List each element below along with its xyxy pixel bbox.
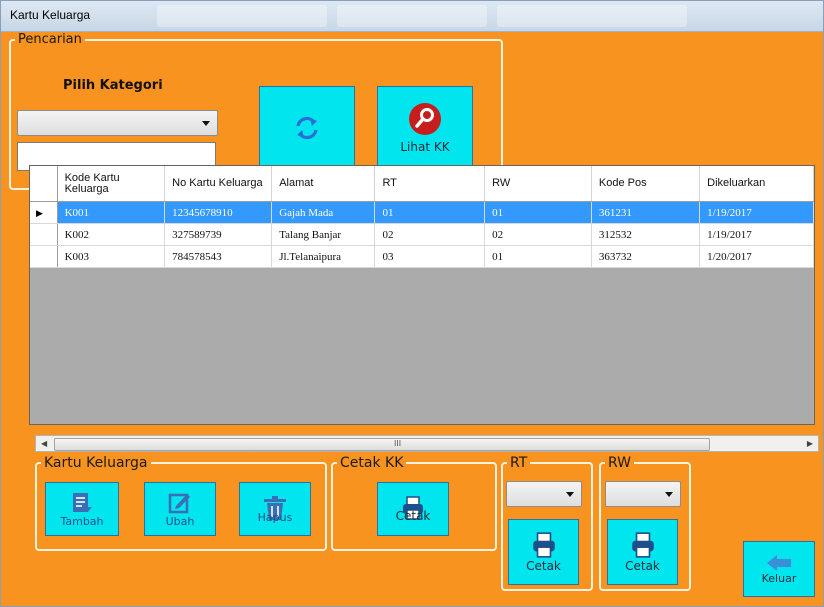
edit-icon (168, 493, 190, 513)
rw-legend: RW (608, 455, 632, 471)
cetak-rw-button[interactable]: Cetak (607, 519, 678, 585)
column-header[interactable]: Dikeluarkan (699, 166, 814, 202)
table-cell[interactable]: 363732 (591, 245, 701, 268)
keluar-button[interactable]: Keluar (743, 541, 815, 597)
window-title: Kartu Keluarga (10, 8, 91, 22)
table-cell[interactable]: 327589739 (164, 223, 273, 246)
ubah-label: Ubah (165, 514, 195, 528)
rt-legend: RT (510, 455, 528, 471)
column-header[interactable]: Kode Pos (591, 166, 701, 202)
printer-icon (631, 532, 654, 558)
rw-dropdown[interactable] (605, 481, 681, 507)
hapus-button[interactable]: Hapus (239, 482, 311, 536)
main-window: Kartu Keluarga Pencarian Pilih Kategori (0, 0, 824, 607)
title-bar-glass (157, 5, 327, 27)
lihat-kk-label: Lihat KK (400, 140, 450, 154)
magnifier-icon (409, 103, 441, 135)
row-selector[interactable] (30, 223, 58, 246)
title-bar[interactable]: Kartu Keluarga (1, 1, 823, 32)
table-cell[interactable]: 02 (484, 223, 592, 246)
lihat-kk-button[interactable]: Lihat KK (377, 86, 473, 170)
column-header[interactable]: Kode Kartu Keluarga (57, 166, 166, 202)
search-legend: Pencarian (18, 32, 82, 47)
cetak-kk-legend: Cetak KK (340, 455, 404, 471)
refresh-button[interactable] (259, 86, 355, 170)
tambah-button[interactable]: Tambah (45, 482, 119, 536)
keluar-label: Keluar (761, 571, 797, 585)
table-row[interactable]: K002 327589739 Talang Banjar 02 02 31253… (30, 223, 814, 246)
column-header[interactable]: RT (374, 166, 486, 202)
table-cell[interactable]: 01 (484, 201, 592, 224)
hapus-label: Hapus (257, 510, 293, 524)
cetak-rw-label: Cetak (625, 559, 660, 573)
ubah-button[interactable]: Ubah (144, 482, 216, 536)
table-cell[interactable]: K002 (57, 223, 166, 246)
table-cell[interactable]: 361231 (591, 201, 701, 224)
title-bar-glass (497, 5, 687, 27)
table-cell[interactable]: Talang Banjar (271, 223, 376, 246)
cetak-kk-label: Cetak (395, 509, 431, 523)
row-selector[interactable]: ▶ (30, 201, 58, 224)
table-cell[interactable]: Jl.Telanaipura (271, 245, 376, 268)
chevron-down-icon (202, 121, 210, 126)
column-header[interactable]: No Kartu Keluarga (164, 166, 273, 202)
kk-data-grid[interactable]: Kode Kartu Keluarga No Kartu Keluarga Al… (29, 165, 815, 425)
column-header[interactable]: RW (484, 166, 592, 202)
scroll-right-icon[interactable]: ▶ (807, 439, 813, 448)
table-row[interactable]: ▶ K001 12345678910 Gajah Mada 01 01 3612… (30, 201, 814, 224)
table-cell[interactable]: 02 (374, 223, 486, 246)
scrollbar-thumb[interactable]: III (54, 438, 710, 451)
category-dropdown[interactable] (17, 110, 218, 136)
table-cell[interactable]: 1/19/2017 (699, 223, 814, 246)
rt-dropdown[interactable] (506, 481, 582, 507)
table-cell[interactable]: 1/20/2017 (699, 245, 814, 268)
table-cell[interactable]: 312532 (591, 223, 701, 246)
current-row-icon: ▶ (36, 207, 43, 218)
table-cell[interactable]: K001 (57, 201, 166, 224)
add-document-icon (73, 492, 92, 512)
cetak-kk-button[interactable]: Cetak (377, 482, 449, 536)
table-cell[interactable]: 03 (374, 245, 486, 268)
scrollbar-grip: III (394, 439, 402, 448)
table-cell[interactable]: 01 (374, 201, 486, 224)
table-cell[interactable]: 784578543 (164, 245, 273, 268)
chevron-down-icon (566, 492, 574, 497)
table-cell[interactable]: 12345678910 (164, 201, 273, 224)
horizontal-scrollbar[interactable]: ◀ III ▶ (35, 435, 819, 452)
table-cell[interactable]: Gajah Mada (271, 201, 376, 224)
scroll-left-icon[interactable]: ◀ (41, 439, 47, 448)
category-label: Pilih Kategori (63, 78, 163, 93)
arrow-left-icon (767, 554, 791, 571)
table-header-row: Kode Kartu Keluarga No Kartu Keluarga Al… (30, 166, 814, 202)
kk-actions-legend: Kartu Keluarga (44, 455, 148, 471)
chevron-down-icon (665, 492, 673, 497)
table-cell[interactable]: 01 (484, 245, 592, 268)
refresh-icon (296, 116, 318, 140)
row-selector[interactable] (30, 245, 58, 268)
printer-icon (532, 532, 555, 558)
table-cell[interactable]: K003 (57, 245, 166, 268)
cetak-rt-button[interactable]: Cetak (508, 519, 579, 585)
table-cell[interactable]: 1/19/2017 (699, 201, 814, 224)
tambah-label: Tambah (60, 514, 104, 528)
title-bar-glass (337, 5, 487, 27)
row-header-corner (30, 166, 58, 202)
cetak-rt-label: Cetak (526, 559, 561, 573)
table-row[interactable]: K003 784578543 Jl.Telanaipura 03 01 3637… (30, 245, 814, 268)
column-header[interactable]: Alamat (271, 166, 376, 202)
kk-table: Kode Kartu Keluarga No Kartu Keluarga Al… (30, 166, 814, 268)
